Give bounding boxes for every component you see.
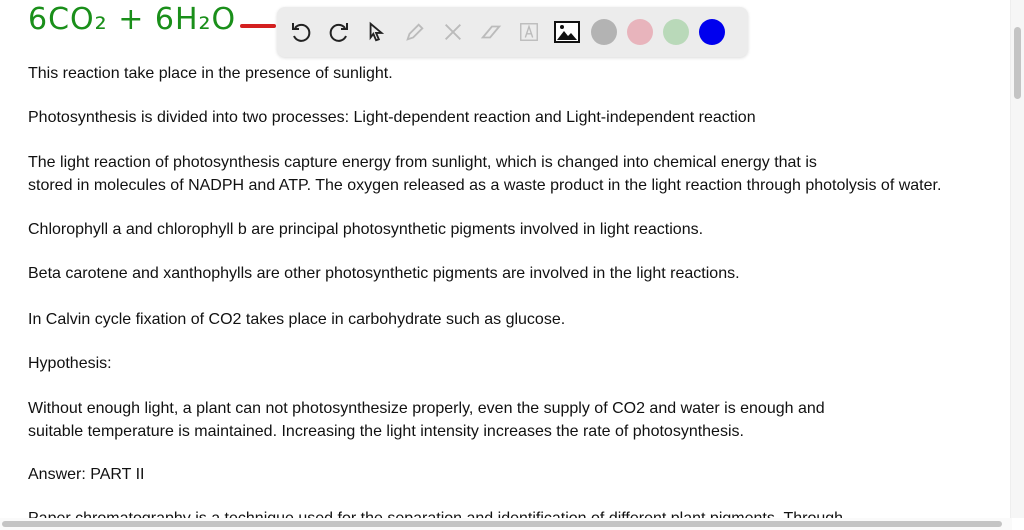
paragraph: In Calvin cycle fixation of CO2 takes pl… [28,311,566,328]
horizontal-scroll-thumb[interactable] [2,521,1002,527]
color-blue-swatch[interactable] [699,19,725,45]
paragraph: suitable temperature is maintained. Incr… [28,423,744,440]
undo-icon[interactable] [287,18,315,46]
heading-answer: Answer: PART II [28,466,145,483]
color-pink-swatch[interactable] [627,19,653,45]
color-green-swatch[interactable] [663,19,689,45]
paragraph: Photosynthesis is divided into two proce… [28,109,756,126]
pointer-icon[interactable] [363,18,391,46]
paragraph: stored in molecules of NADPH and ATP. Th… [28,177,942,194]
eraser-icon[interactable] [477,18,505,46]
drawing-toolbar [277,7,748,57]
redo-icon[interactable] [325,18,353,46]
horizontal-scrollbar[interactable] [0,518,1012,530]
paragraph: Chlorophyll a and chlorophyll b are prin… [28,221,704,238]
handwritten-arrow [240,24,276,28]
vertical-scroll-thumb[interactable] [1014,27,1021,99]
paragraph: Beta carotene and xanthophylls are other… [28,265,740,282]
vertical-scrollbar[interactable] [1010,0,1024,518]
tools-icon[interactable] [439,18,467,46]
text-icon[interactable] [515,18,543,46]
image-icon[interactable] [553,18,581,46]
paragraph: This reaction take place in the presence… [28,65,393,82]
color-gray-swatch[interactable] [591,19,617,45]
paragraph: The light reaction of photosynthesis cap… [28,154,817,171]
handwritten-equation: 6CO₂ + 6H₂O [28,2,237,37]
pencil-icon[interactable] [401,18,429,46]
paragraph: Without enough light, a plant can not ph… [28,400,825,417]
heading-hypothesis: Hypothesis: [28,355,112,372]
